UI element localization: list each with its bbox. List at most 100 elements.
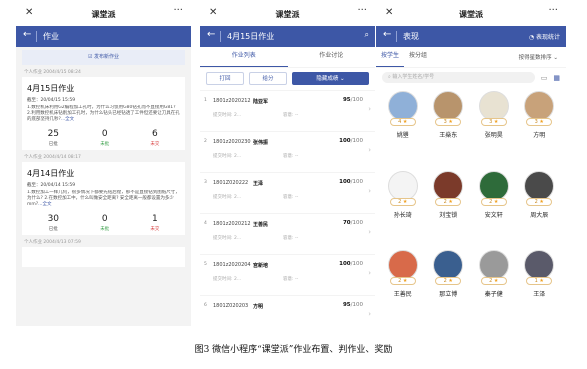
performance-stats-button[interactable]: ◔ 表现统计 [529,32,560,41]
homework-deadline: 截至：20/04/14 15:59 [27,183,76,188]
student-name: 王燊东 [439,132,458,139]
homework-meta: 个人作业 2004/4/13 07:59 [24,240,81,245]
star-icon: ★ [539,119,544,125]
student-card[interactable]: 2 ★ 秦子健 [471,250,517,308]
student-card[interactable]: 3 ★ 王燊东 [426,91,472,149]
app-title: 课堂派 [91,10,116,19]
search-icon[interactable]: ⌕ [365,30,369,40]
search-input[interactable]: ⌕ 输入学生姓名/学号 [382,72,535,83]
star-badge: 3 ★ [435,118,462,126]
homework-title: 4月14日作业 [27,169,75,178]
homework-item[interactable]: 个人作业 2004/4/14 08:17 4月14日作业 截至：20/04/14… [22,150,185,235]
star-icon: ★ [402,198,408,205]
star-badge: 2 ★ [389,277,416,286]
student-grid: 4 ★ 姚瞾 3 ★ 王燊东 3 ★ 张明昊 3 ★ 方明 2 ★ 孙长琦 2 ★ 刘宝锁 2 ★ 安文轩… [376,87,566,326]
homework-item[interactable]: 个人作业 2004/4/13 07:59 [22,235,185,267]
nav-bar: ← 表现 ◔ 表现统计 [376,26,566,47]
stat-ungraded[interactable]: 0 未批 [100,129,109,147]
homework-card[interactable] [22,247,185,267]
homework-card[interactable]: 4月15日作业 截至：20/04/15 15:59 1.数控机床利用G2编程加工… [22,77,185,150]
homework-meta: 个人作业 2004/4/15 08:24 [24,70,81,75]
tab-by-student[interactable]: 按学生 [376,47,404,67]
mini-program-topbar: ✕ 课堂派 ··· [200,4,375,26]
homework-title: 4月15日作业 [27,84,75,93]
student-name: 方明 [533,132,546,139]
grid-view-icon[interactable]: ▦ [553,74,560,82]
star-icon: ★ [539,198,544,205]
hide-scores-dropdown[interactable]: 隐藏成绩 ⌄ [292,72,369,85]
student-card[interactable]: 3 ★ 张明昊 [471,91,517,149]
avatar [433,91,464,121]
chevron-right-icon: › [368,310,371,318]
submission-row[interactable]: 4 1801z2020212 王善民 70/100 提交时间: 2... 容意: --… [200,214,375,254]
avatar [524,91,555,121]
avatar [478,170,509,201]
star-badge: 2 ★ [480,277,507,286]
submission-row[interactable]: 2 1801z2020230 张伟振 100/100 提交时间: 2... 容意: -… [200,132,375,172]
nav-bar: ← 作业 [16,26,191,47]
tab-bar: 按学生 按分组 按得星数排序 ⌄ [376,47,566,67]
more-icon[interactable]: ··· [548,5,558,16]
avatar [524,250,555,281]
publish-homework-button[interactable]: ☑ 发布新作业 [22,50,185,65]
student-name: 那立博 [439,291,458,299]
homework-item[interactable]: 个人作业 2004/4/15 08:24 4月15日作业 截至：20/04/15… [22,65,185,150]
back-arrow-icon[interactable]: ← [207,29,215,40]
tab-homework-discussion[interactable]: 作业讨论 [288,47,376,67]
stat-graded[interactable]: 30 已批 [48,214,59,232]
more-icon[interactable]: ··· [173,5,183,16]
submission-row[interactable]: 3 1801Z020222 王泽 100/100 提交时间: 2... 容意: -- … [200,173,375,213]
more-icon[interactable]: ··· [357,5,367,16]
star-badge: 2 ★ [526,197,553,206]
student-card[interactable]: 2 ★ 王善民 [380,250,426,308]
mini-program-topbar: ✕ 课堂派 ··· [376,4,566,26]
phone-homework-list: ✕ 课堂派 ··· ← 作业 ☑ 发布新作业 个人作业 2004/4/15 08… [16,4,191,326]
sort-dropdown[interactable]: 按得星数排序 ⌄ [519,53,558,61]
student-card[interactable]: 2 ★ 孙长琦 [380,170,426,229]
homework-stats: 30 已批 0 未批 1 未交 [27,214,180,232]
app-title: 课堂派 [275,10,300,19]
page-title: 作业 [43,32,59,41]
stat-ungraded[interactable]: 0 未批 [100,214,109,232]
chevron-right-icon: › [368,187,371,195]
chevron-right-icon: › [368,228,371,236]
submission-row[interactable]: 5 1801z2020204 宫新培 100/100 提交时间: 2... 容意: -… [200,255,375,295]
star-badge: 1 ★ [526,277,553,286]
submission-row[interactable]: 6 1801Z020203 方明 95/100 › [200,296,375,326]
expand-link[interactable]: ...全文 [61,117,74,122]
star-badge: 3 ★ [526,118,553,126]
student-card[interactable]: 2 ★ 那立博 [426,250,472,308]
homework-card[interactable]: 4月14日作业 截至：20/04/14 15:59 1.数控加工一样几何，很多情… [22,162,185,235]
nav-divider [396,31,397,42]
star-icon: ★ [493,198,499,205]
star-icon: ★ [448,198,453,205]
tab-by-group[interactable]: 按分组 [404,47,432,67]
tab-homework-list[interactable]: 作业列表 [200,47,288,67]
avatar [433,250,464,281]
student-card[interactable]: 2 ★ 刘宝锁 [426,170,472,229]
student-card[interactable]: 3 ★ 方明 [517,91,563,149]
list-view-icon[interactable]: ▭ [541,74,548,82]
page-title: 表现 [403,32,419,41]
student-card[interactable]: 2 ★ 周大辰 [517,170,563,229]
figure-caption: 图3 微信小程序“课堂派”作业布置、判作业、奖励 [194,345,393,355]
homework-description: 1.数控加工一样几何，很多情况下都要先钻后镗，那不是直接钻到图纸尺寸，为什么? … [27,190,180,207]
expand-link[interactable]: ...全文 [38,202,51,207]
student-card[interactable]: 4 ★ 姚瞾 [380,91,426,149]
page-title: 4月15日作业 [227,32,275,41]
publish-label: 发布新作业 [94,54,120,60]
return-button[interactable]: 打回 [206,72,244,85]
submission-row[interactable]: 1 1801z2020212 陆亚军 95/100 提交时间: 2... 容意: --… [200,91,375,131]
give-score-button[interactable]: 给分 [249,72,287,85]
student-card[interactable]: 1 ★ 王泽 [517,250,563,308]
homework-deadline: 截至：20/04/15 15:59 [27,98,76,103]
student-name: 姚瞾 [396,132,409,139]
student-card[interactable]: 2 ★ 安文轩 [471,170,517,229]
stat-not-submitted[interactable]: 6 未交 [150,129,159,147]
back-arrow-icon[interactable]: ← [23,29,31,40]
back-arrow-icon[interactable]: ← [383,29,391,40]
stat-not-submitted[interactable]: 1 未交 [150,214,159,232]
chevron-right-icon: › [368,269,371,277]
stat-graded[interactable]: 25 已批 [48,129,59,147]
avatar [387,250,418,281]
